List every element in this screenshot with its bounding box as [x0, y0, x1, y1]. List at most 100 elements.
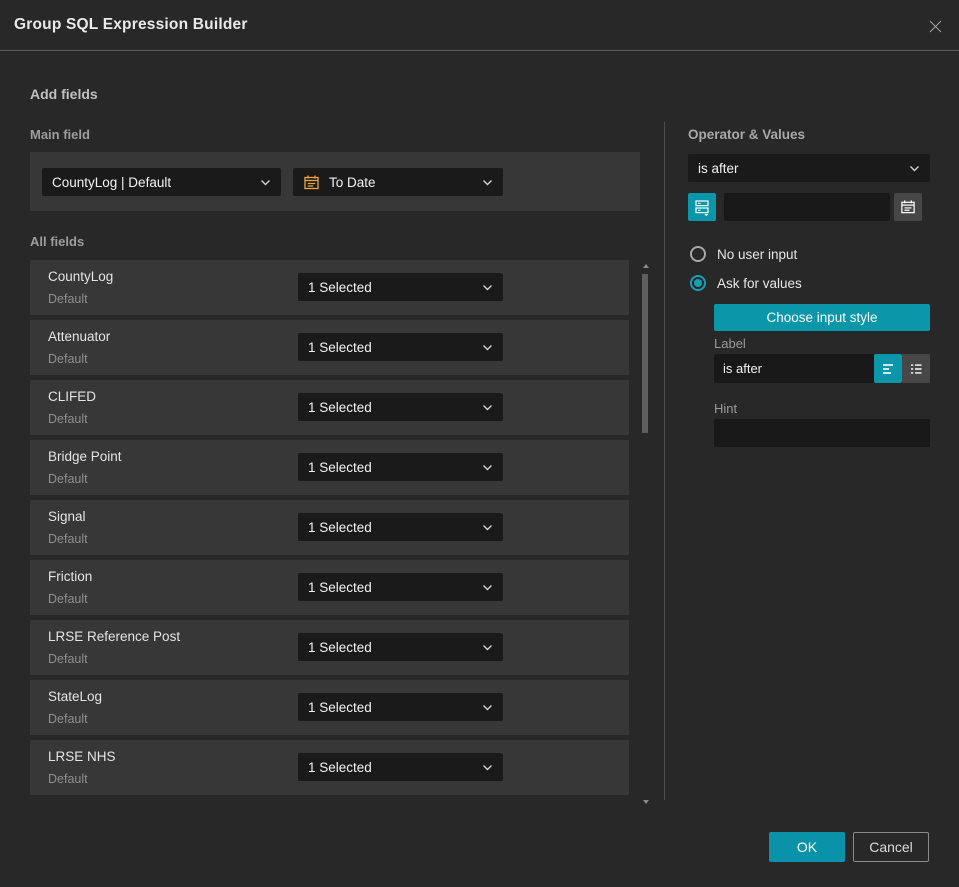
get-values-from-data-icon — [695, 200, 709, 216]
field-subtitle: Default — [48, 592, 88, 606]
field-values-select-value: 1 Selected — [308, 519, 372, 535]
operator-select[interactable]: is after — [688, 154, 930, 182]
choose-input-style-button[interactable]: Choose input style — [714, 304, 930, 331]
chevron-down-icon — [261, 179, 270, 185]
calendar-icon — [303, 174, 320, 191]
field-subtitle: Default — [48, 292, 88, 306]
field-row-clifed: CLIFED Default 1 Selected — [30, 380, 629, 435]
radio-label: No user input — [717, 246, 798, 262]
group-sql-expression-builder-dialog: Group SQL Expression Builder Add fields … — [0, 0, 959, 887]
field-values-select[interactable]: 1 Selected — [298, 453, 503, 481]
operator-select-value: is after — [698, 160, 739, 176]
field-subtitle: Default — [48, 772, 88, 786]
list-scrollbar[interactable] — [641, 260, 651, 806]
chevron-down-icon — [483, 404, 492, 410]
field-subtitle: Default — [48, 712, 88, 726]
main-field-panel: CountyLog | Default To Date — [30, 152, 640, 211]
list-input-icon — [911, 363, 922, 374]
label-input[interactable] — [714, 354, 874, 383]
chevron-down-icon — [483, 179, 492, 185]
single-line-input-icon — [883, 363, 893, 374]
field-subtitle: Default — [48, 472, 88, 486]
field-values-select[interactable]: 1 Selected — [298, 633, 503, 661]
chevron-down-icon — [483, 464, 492, 470]
field-name: Signal — [48, 509, 86, 524]
operator-values-heading: Operator & Values — [688, 127, 806, 142]
radio-selected-icon — [690, 275, 706, 291]
scrollbar-up-arrow-icon[interactable] — [643, 264, 649, 268]
field-values-select[interactable]: 1 Selected — [298, 273, 503, 301]
list-input-style-button[interactable] — [902, 354, 930, 383]
field-name: CLIFED — [48, 389, 97, 404]
add-fields-heading: Add fields — [30, 86, 98, 102]
chevron-down-icon — [483, 344, 492, 350]
radio-no-user-input[interactable]: No user input — [690, 245, 797, 263]
dialog-title: Group SQL Expression Builder — [14, 16, 248, 33]
field-values-select-value: 1 Selected — [308, 579, 372, 595]
field-row-bridge-point: Bridge Point Default 1 Selected — [30, 440, 629, 495]
field-values-select[interactable]: 1 Selected — [298, 693, 503, 721]
date-type-select-value: To Date — [329, 174, 376, 190]
date-picker-button[interactable] — [894, 193, 922, 221]
field-name: StateLog — [48, 689, 103, 704]
main-field-select[interactable]: CountyLog | Default — [42, 168, 281, 196]
field-values-select-value: 1 Selected — [308, 279, 372, 295]
radio-icon — [690, 246, 706, 262]
field-values-select-value: 1 Selected — [308, 759, 372, 775]
field-values-select[interactable]: 1 Selected — [298, 513, 503, 541]
chevron-down-icon — [483, 284, 492, 290]
single-line-input-style-button[interactable] — [874, 354, 902, 383]
chevron-down-icon — [483, 764, 492, 770]
value-input[interactable] — [724, 193, 890, 221]
field-values-select[interactable]: 1 Selected — [298, 753, 503, 781]
close-icon — [929, 20, 941, 32]
field-name: Attenuator — [48, 329, 111, 344]
field-values-select[interactable]: 1 Selected — [298, 573, 503, 601]
radio-ask-for-values[interactable]: Ask for values — [690, 274, 802, 292]
field-name: CountyLog — [48, 269, 114, 284]
field-subtitle: Default — [48, 652, 88, 666]
panel-divider — [664, 122, 665, 800]
hint-field-label: Hint — [714, 401, 738, 416]
title-bar: Group SQL Expression Builder — [0, 0, 959, 51]
field-subtitle: Default — [48, 352, 88, 366]
field-row-statelog: StateLog Default 1 Selected — [30, 680, 629, 735]
all-fields-label: All fields — [30, 234, 85, 249]
field-subtitle: Default — [48, 532, 88, 546]
label-field-label: Label — [714, 336, 746, 351]
cancel-button[interactable]: Cancel — [853, 832, 929, 862]
field-row-attenuator: Attenuator Default 1 Selected — [30, 320, 629, 375]
date-type-select[interactable]: To Date — [293, 168, 503, 196]
value-input-row — [688, 193, 930, 221]
field-row-friction: Friction Default 1 Selected — [30, 560, 629, 615]
field-name: LRSE NHS — [48, 749, 116, 764]
field-name: LRSE Reference Post — [48, 629, 181, 644]
main-field-select-value: CountyLog | Default — [52, 174, 172, 190]
close-button[interactable] — [925, 16, 945, 36]
ok-button[interactable]: OK — [769, 832, 845, 862]
field-row-lrse-nhs: LRSE NHS Default 1 Selected — [30, 740, 629, 795]
chevron-down-icon — [483, 644, 492, 650]
all-fields-list: CountyLog Default 1 Selected Attenuator … — [30, 260, 629, 800]
field-name: Friction — [48, 569, 93, 584]
field-values-select[interactable]: 1 Selected — [298, 393, 503, 421]
radio-label: Ask for values — [717, 275, 802, 291]
field-name: Bridge Point — [48, 449, 122, 464]
field-row-countylog: CountyLog Default 1 Selected — [30, 260, 629, 315]
get-values-from-data-button[interactable] — [688, 193, 716, 221]
field-values-select-value: 1 Selected — [308, 459, 372, 475]
field-row-signal: Signal Default 1 Selected — [30, 500, 629, 555]
field-values-select-value: 1 Selected — [308, 699, 372, 715]
field-row-lrse-reference-post: LRSE Reference Post Default 1 Selected — [30, 620, 629, 675]
field-subtitle: Default — [48, 412, 88, 426]
chevron-down-icon — [910, 165, 919, 171]
chevron-down-icon — [483, 524, 492, 530]
chevron-down-icon — [483, 584, 492, 590]
main-field-label: Main field — [30, 127, 90, 142]
scrollbar-thumb[interactable] — [642, 274, 648, 433]
scrollbar-down-arrow-icon[interactable] — [643, 800, 649, 804]
field-values-select[interactable]: 1 Selected — [298, 333, 503, 361]
field-values-select-value: 1 Selected — [308, 399, 372, 415]
field-values-select-value: 1 Selected — [308, 639, 372, 655]
hint-input[interactable] — [714, 419, 930, 447]
